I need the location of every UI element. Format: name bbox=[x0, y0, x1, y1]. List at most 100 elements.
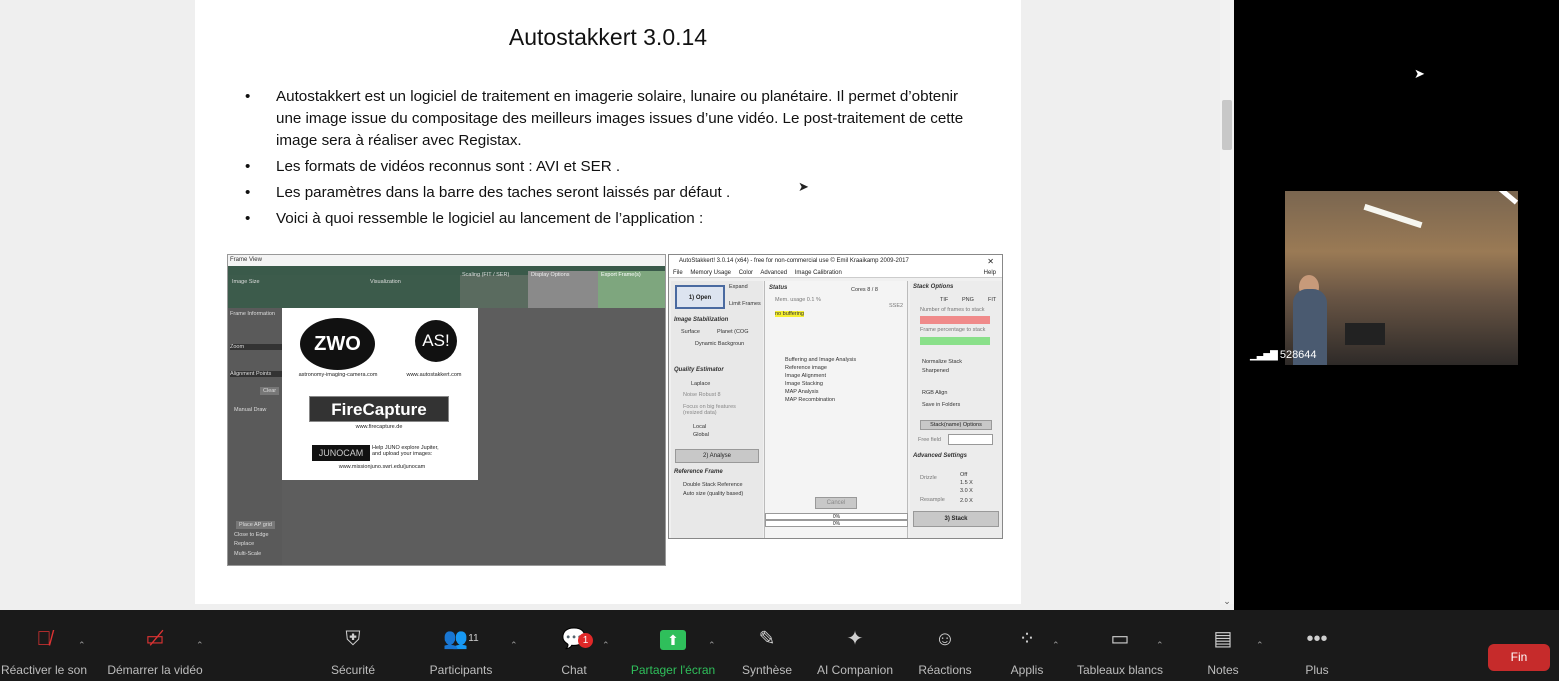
vertical-scrollbar[interactable]: ⌄ bbox=[1220, 0, 1234, 610]
normalize-stack-checkbox[interactable]: Normalize Stack bbox=[922, 359, 962, 365]
analyse-button[interactable]: 2) Analyse bbox=[675, 449, 759, 463]
bullet-item: Autostakkert est un logiciel de traiteme… bbox=[245, 86, 975, 152]
chevron-up-icon[interactable]: ⌃ bbox=[602, 640, 610, 651]
stack-button[interactable]: 3) Stack bbox=[913, 511, 999, 527]
menu-memory-usage[interactable]: Memory Usage bbox=[690, 270, 731, 276]
noise-robust-label: Noise Robust 8 bbox=[683, 392, 721, 398]
manual-draw-checkbox[interactable]: Manual Draw bbox=[234, 407, 266, 413]
autostakkert-stack-panel: Stack Options TIF PNG FIT Number of fram… bbox=[910, 281, 1002, 538]
visualization-label: Visualization bbox=[370, 279, 401, 285]
drizzle-30x[interactable]: 3.0 X bbox=[960, 488, 973, 494]
menu-advanced[interactable]: Advanced bbox=[760, 270, 787, 276]
ai-companion-label: AI Companion bbox=[816, 663, 894, 677]
autostakkert-url: www.autostakkert.com bbox=[406, 372, 462, 378]
chevron-up-icon[interactable]: ⌃ bbox=[1256, 640, 1264, 651]
num-frames-label: Number of frames to stack bbox=[920, 307, 985, 313]
start-video-button[interactable]: ▭̸ Démarrer la vidéo bbox=[102, 624, 208, 677]
notes-button[interactable]: ▤ Notes bbox=[1200, 624, 1246, 677]
start-video-label: Démarrer la vidéo bbox=[107, 663, 203, 677]
participants-button[interactable]: 👥11 Participants bbox=[424, 624, 498, 677]
drizzle-off[interactable]: Off bbox=[960, 472, 967, 478]
double-stack-checkbox[interactable]: Double Stack Reference bbox=[683, 482, 743, 488]
zwo-url: astronomy-imaging-camera.com bbox=[298, 372, 378, 378]
chat-button[interactable]: 💬 Chat bbox=[550, 624, 598, 677]
more-button[interactable]: ••• Plus bbox=[1296, 624, 1338, 677]
status-heading: Status bbox=[769, 285, 788, 291]
chevron-up-icon[interactable]: ⌃ bbox=[708, 640, 716, 651]
free-field-label: Free field bbox=[918, 437, 941, 443]
planet-radio[interactable]: Planet (COG bbox=[717, 329, 748, 335]
display-options-label: Display Options bbox=[531, 272, 570, 278]
cancel-button[interactable]: Cancel bbox=[815, 497, 857, 509]
menu-help[interactable]: Help bbox=[984, 268, 996, 278]
chevron-up-icon[interactable]: ⌃ bbox=[1052, 640, 1060, 651]
close-to-edge-checkbox[interactable]: Close to Edge bbox=[234, 532, 269, 538]
stack-options-heading: Stack Options bbox=[913, 284, 954, 290]
auto-size-checkbox[interactable]: Auto size (quality based) bbox=[683, 491, 743, 497]
format-fit[interactable]: FIT bbox=[988, 297, 996, 303]
dynamic-background-checkbox[interactable]: Dynamic Backgroun bbox=[695, 341, 744, 347]
video-off-icon: ▭̸ bbox=[145, 628, 165, 650]
stack-options-button[interactable]: Stack(name) Options bbox=[920, 420, 992, 430]
mouse-cursor-icon: ➤ bbox=[1414, 66, 1425, 81]
sharpened-checkbox[interactable]: Sharpened bbox=[922, 368, 949, 374]
num-frames-fields[interactable] bbox=[920, 316, 990, 324]
junocam-url: www.missionjuno.swri.edu/junocam bbox=[338, 464, 426, 470]
rgb-align-checkbox[interactable]: RGB Align bbox=[922, 390, 947, 396]
summary-button[interactable]: ✎ Synthèse bbox=[738, 624, 796, 677]
security-button[interactable]: ⛨ Sécurité bbox=[322, 624, 384, 677]
shield-icon: ⛨ bbox=[345, 628, 361, 650]
place-ap-grid-button[interactable]: Place AP grid bbox=[236, 521, 275, 529]
frame-view-titlebar: Frame View bbox=[228, 255, 665, 266]
step-reference-image: Reference image bbox=[785, 365, 827, 371]
summary-label: Synthèse bbox=[741, 663, 793, 677]
laptop-screen bbox=[1345, 323, 1385, 345]
ai-companion-button[interactable]: ✦ AI Companion bbox=[812, 624, 898, 677]
local-radio[interactable]: Local bbox=[693, 424, 706, 430]
drizzle-15x[interactable]: 1.5 X bbox=[960, 480, 973, 486]
chevron-up-icon[interactable]: ⌃ bbox=[196, 640, 204, 651]
zoom-label: Zoom bbox=[230, 344, 282, 350]
webcam-label: ▁▃▅▇ 528644 bbox=[1250, 349, 1317, 361]
global-radio[interactable]: Global bbox=[693, 432, 709, 438]
buffering-status: no buffering bbox=[775, 311, 804, 317]
firecapture-logo: FireCapture bbox=[309, 396, 449, 422]
format-tif[interactable]: TIF bbox=[940, 297, 948, 303]
scrollbar-thumb[interactable] bbox=[1222, 100, 1232, 150]
reactions-button[interactable]: ☺ Réactions bbox=[912, 624, 978, 677]
focus-label: Focus on big features (resized data) bbox=[683, 404, 736, 416]
chevron-up-icon[interactable]: ⌃ bbox=[1156, 640, 1164, 651]
progress-bar-2: 0% bbox=[765, 520, 908, 527]
menu-color[interactable]: Color bbox=[739, 270, 753, 276]
menu-image-calibration[interactable]: Image Calibration bbox=[795, 270, 842, 276]
frame-percent-fields[interactable] bbox=[920, 337, 990, 345]
notes-label: Notes bbox=[1207, 663, 1239, 677]
open-button[interactable]: 1) Open bbox=[675, 285, 725, 309]
chevron-up-icon[interactable]: ⌃ bbox=[78, 640, 86, 651]
replace-checkbox[interactable]: Replace bbox=[234, 541, 254, 547]
menu-file[interactable]: File bbox=[673, 270, 683, 276]
end-meeting-button[interactable]: Fin bbox=[1488, 644, 1550, 671]
laplace-checkbox[interactable]: Laplace bbox=[691, 381, 710, 387]
webcam-video[interactable] bbox=[1285, 191, 1518, 365]
chevron-up-icon[interactable]: ⌃ bbox=[510, 640, 518, 651]
step-map-analysis: MAP Analysis bbox=[785, 389, 819, 395]
free-field-input[interactable] bbox=[948, 434, 993, 445]
format-png[interactable]: PNG bbox=[962, 297, 974, 303]
chat-unread-badge: 1 bbox=[578, 633, 593, 648]
save-in-folders-checkbox[interactable]: Save in Folders bbox=[922, 402, 960, 408]
multi-scale-checkbox[interactable]: Multi-Scale bbox=[234, 551, 261, 557]
display-options-group: Display Options bbox=[528, 271, 598, 308]
whiteboards-button[interactable]: ▭ Tableaux blancs bbox=[1072, 624, 1168, 677]
autostakkert-menu: File Memory Usage Color Advanced Image C… bbox=[669, 268, 1002, 278]
participants-icon: 👥11 bbox=[443, 628, 479, 650]
zwo-logo: ZWO bbox=[300, 318, 375, 370]
apps-button[interactable]: ⁘ Applis bbox=[1004, 624, 1050, 677]
unmute-button[interactable]: 🎙̸ Réactiver le son bbox=[0, 624, 88, 677]
whiteboard-icon: ▭ bbox=[1110, 628, 1130, 650]
signal-icon: ▁▃▅▇ bbox=[1250, 350, 1278, 361]
resample-option[interactable]: 2.0 X bbox=[960, 498, 973, 504]
surface-radio[interactable]: Surface bbox=[681, 329, 700, 335]
clear-button[interactable]: Clear bbox=[260, 387, 280, 395]
autostakkert-logo: AS! bbox=[415, 320, 457, 362]
